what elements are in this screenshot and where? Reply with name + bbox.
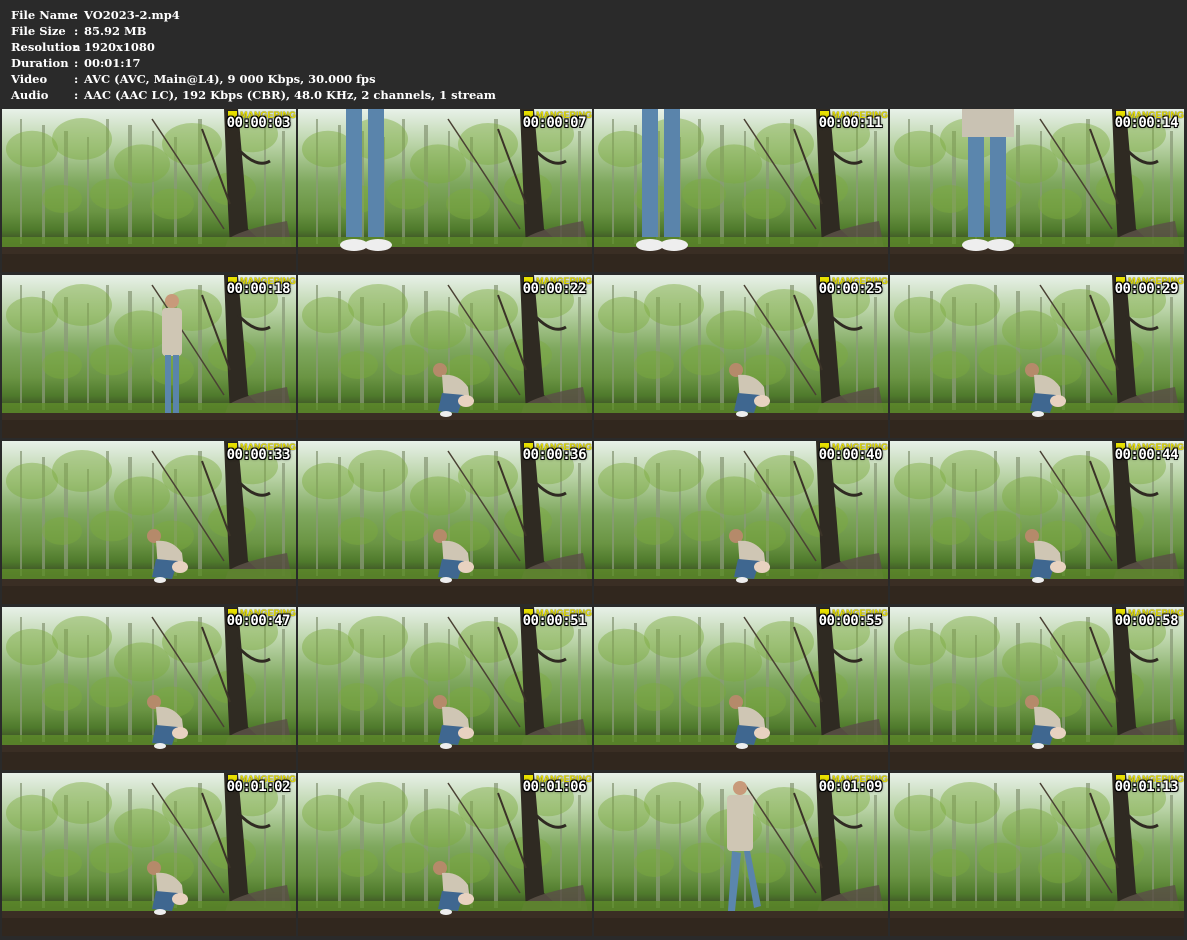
forest-scene-image: [594, 607, 888, 770]
thumbnail-timestamp: 00:00:44: [1114, 447, 1179, 463]
forest-scene-image: [2, 607, 296, 770]
info-label: Audio: [11, 88, 49, 102]
forest-scene-image: [298, 773, 592, 936]
forest-scene-image: [890, 607, 1184, 770]
forest-scene-image: [890, 275, 1184, 438]
info-row: File Name: VO2023-2.mp4: [11, 7, 496, 23]
video-thumbnail: MANGERING 00:00:14: [890, 109, 1184, 272]
thumbnail-timestamp: 00:00:55: [818, 613, 883, 629]
forest-scene-image: [890, 773, 1184, 936]
info-value: 00:01:17: [84, 56, 141, 70]
thumbnail-timestamp: 00:01:02: [226, 779, 291, 795]
thumbnail-timestamp: 00:01:13: [1114, 779, 1179, 795]
thumbnail-timestamp: 00:00:18: [226, 281, 291, 297]
video-thumbnail: MANGERING 00:00:58: [890, 607, 1184, 770]
video-thumbnail: MANGERING 00:01:06: [298, 773, 592, 936]
forest-scene-image: [298, 109, 592, 272]
video-thumbnail: MANGERING 00:01:09: [594, 773, 888, 936]
info-separator: :: [74, 24, 79, 38]
thumbnail-timestamp: 00:00:25: [818, 281, 883, 297]
thumbnail-timestamp: 00:01:06: [522, 779, 587, 795]
video-thumbnail: MANGERING 00:00:07: [298, 109, 592, 272]
thumbnail-timestamp: 00:00:36: [522, 447, 587, 463]
forest-scene-image: [298, 607, 592, 770]
thumbnail-timestamp: 00:00:47: [226, 613, 291, 629]
video-thumbnail: MANGERING 00:00:51: [298, 607, 592, 770]
video-thumbnail: MANGERING 00:00:11: [594, 109, 888, 272]
info-row: Duration:00:01:17: [11, 55, 496, 71]
thumbnail-timestamp: 00:00:33: [226, 447, 291, 463]
forest-scene-image: [890, 109, 1184, 272]
forest-scene-image: [594, 109, 888, 272]
info-separator: :: [74, 40, 79, 54]
forest-scene-image: [2, 275, 296, 438]
forest-scene-image: [594, 275, 888, 438]
thumbnail-grid: MANGERING 00:00:03 MANGERING 00:00:07 MANGER…: [2, 109, 1184, 936]
video-thumbnail: MANGERING 00:01:13: [890, 773, 1184, 936]
info-row: Resolution:1920x1080: [11, 39, 496, 55]
info-row: File Size:85.92 MB: [11, 23, 496, 39]
info-value: AVC (AVC, Main@L4), 9 000 Kbps, 30.000 f…: [84, 72, 376, 86]
video-thumbnail: MANGERING 00:00:25: [594, 275, 888, 438]
thumbnail-timestamp: 00:00:58: [1114, 613, 1179, 629]
forest-scene-image: [298, 441, 592, 604]
forest-scene-image: [594, 773, 888, 936]
info-label: File Name: [11, 8, 77, 22]
thumbnail-timestamp: 00:00:11: [818, 115, 883, 131]
thumbnail-timestamp: 00:00:40: [818, 447, 883, 463]
info-row: Video: AVC (AVC, Main@L4), 9 000 Kbps, 30…: [11, 71, 496, 87]
thumbnail-timestamp: 00:00:22: [522, 281, 587, 297]
thumbnail-timestamp: 00:00:14: [1114, 115, 1179, 131]
video-thumbnail: MANGERING 00:00:33: [2, 441, 296, 604]
video-thumbnail: MANGERING 00:01:02: [2, 773, 296, 936]
forest-scene-image: [2, 441, 296, 604]
video-thumbnail: MANGERING 00:00:47: [2, 607, 296, 770]
info-label: Resolution: [11, 40, 81, 54]
video-thumbnail: MANGERING 00:00:29: [890, 275, 1184, 438]
video-thumbnail: MANGERING 00:00:18: [2, 275, 296, 438]
info-separator: :: [74, 8, 79, 22]
forest-scene-image: [2, 773, 296, 936]
thumbnail-timestamp: 00:00:03: [226, 115, 291, 131]
info-separator: :: [74, 72, 79, 86]
info-label: File Size: [11, 24, 66, 38]
video-thumbnail: MANGERING 00:00:36: [298, 441, 592, 604]
file-info-panel: File Name: VO2023-2.mp4 File Size:85.92 MB…: [11, 7, 496, 103]
forest-scene-image: [890, 441, 1184, 604]
forest-scene-image: [298, 275, 592, 438]
info-value: AAC (AAC LC), 192 Kbps (CBR), 48.0 KHz, …: [84, 88, 496, 102]
forest-scene-image: [594, 441, 888, 604]
info-separator: :: [74, 56, 79, 70]
video-thumbnail: MANGERING 00:00:44: [890, 441, 1184, 604]
info-value: VO2023-2.mp4: [84, 8, 180, 22]
info-separator: :: [74, 88, 79, 102]
video-thumbnail: MANGERING 00:00:22: [298, 275, 592, 438]
info-value: 1920x1080: [84, 40, 155, 54]
thumbnail-timestamp: 00:00:29: [1114, 281, 1179, 297]
video-thumbnail: MANGERING 00:00:55: [594, 607, 888, 770]
info-row: Audio: AAC (AAC LC), 192 Kbps (CBR), 48.0…: [11, 87, 496, 103]
info-label: Duration: [11, 56, 69, 70]
video-thumbnail: MANGERING 00:00:40: [594, 441, 888, 604]
thumbnail-timestamp: 00:00:51: [522, 613, 587, 629]
forest-scene-image: [2, 109, 296, 272]
info-label: Video: [11, 72, 48, 86]
thumbnail-timestamp: 00:01:09: [818, 779, 883, 795]
video-thumbnail: MANGERING 00:00:03: [2, 109, 296, 272]
thumbnail-timestamp: 00:00:07: [522, 115, 587, 131]
info-value: 85.92 MB: [84, 24, 147, 38]
